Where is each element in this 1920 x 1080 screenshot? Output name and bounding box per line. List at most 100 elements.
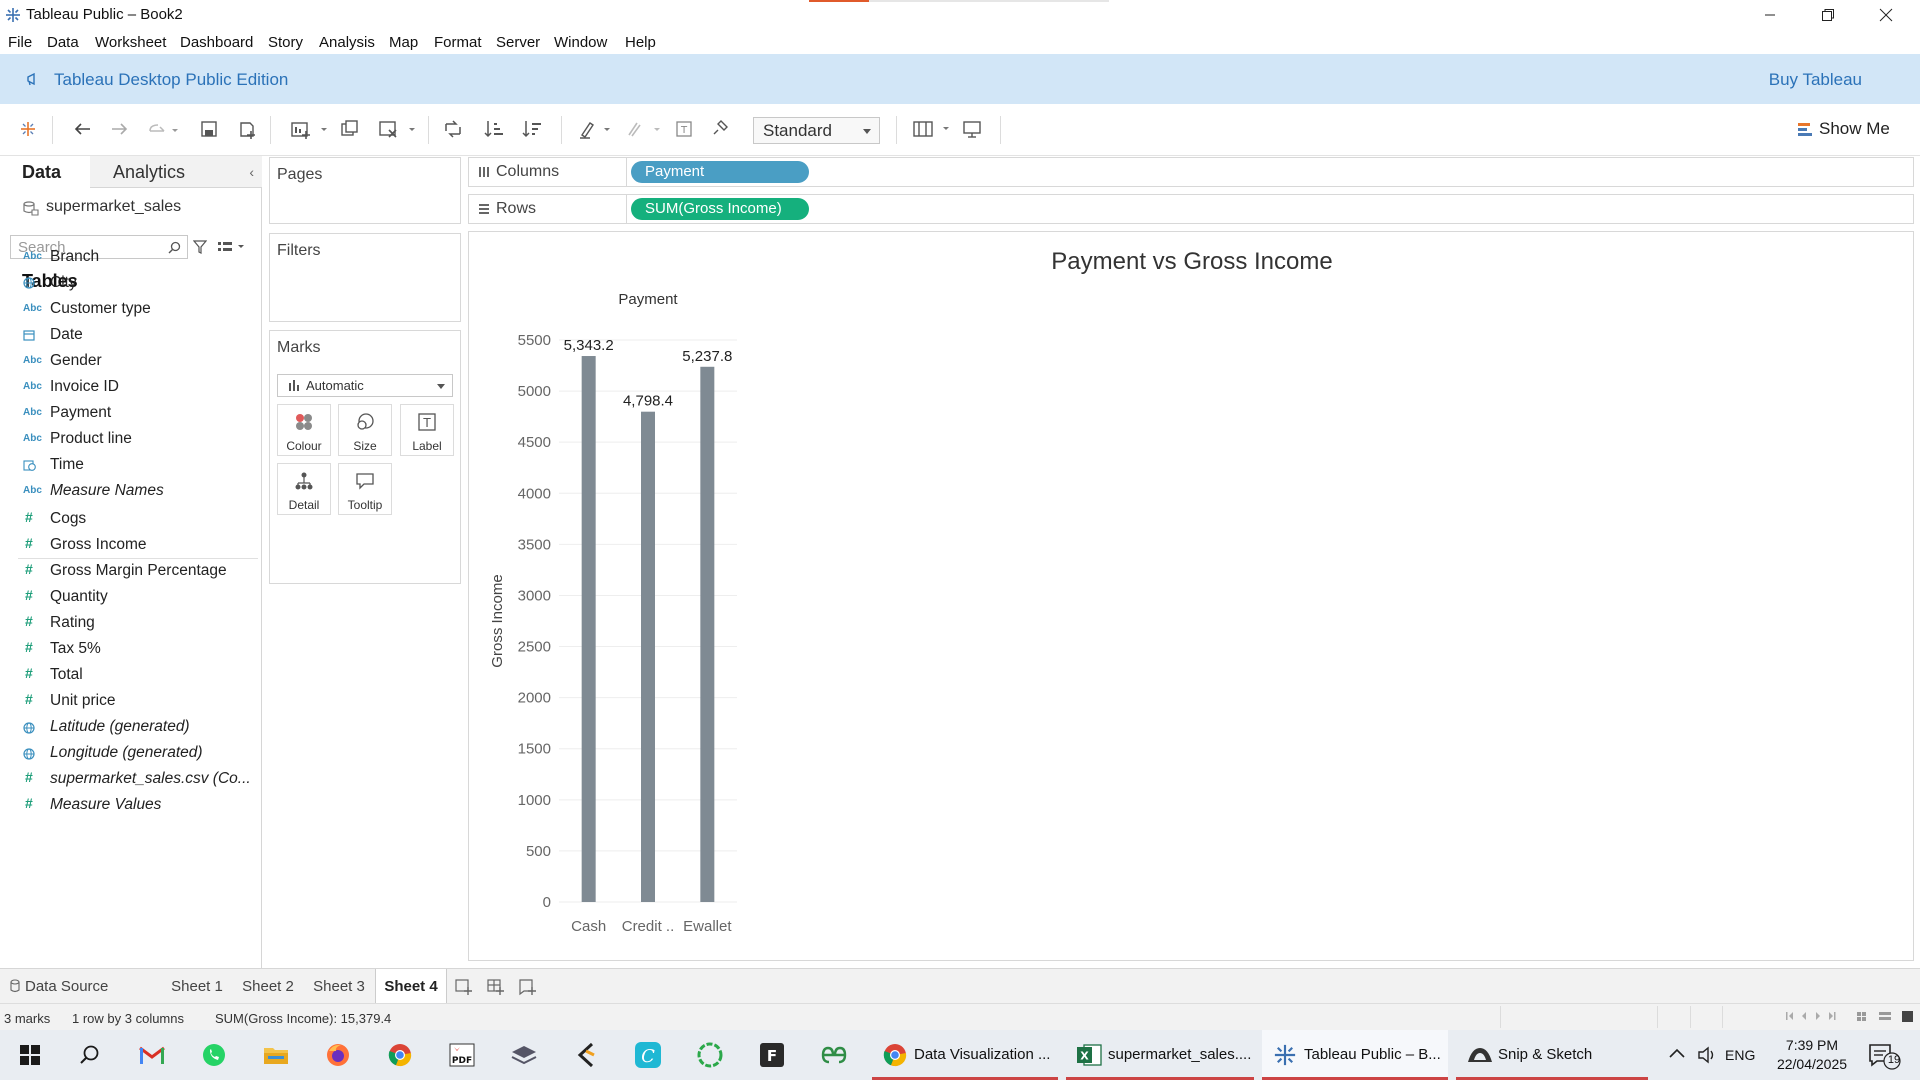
field-latitude-generated[interactable]: Latitude (generated) — [0, 715, 260, 741]
menu-data[interactable]: Data — [47, 34, 79, 51]
field-gender[interactable]: Abc Gender — [0, 349, 260, 375]
tab-data-source[interactable]: Data Source — [10, 969, 160, 1004]
colour-button[interactable]: Colour — [277, 404, 331, 456]
canva-icon[interactable]: C — [630, 1039, 666, 1071]
tab-sheet-1[interactable]: Sheet 1 — [164, 969, 230, 1004]
new-dashboard-tab-icon[interactable] — [487, 978, 505, 996]
language-indicator[interactable]: ENG — [1725, 1047, 1755, 1063]
collapse-pane-icon[interactable]: ‹ — [249, 164, 254, 180]
file-explorer-icon[interactable] — [258, 1039, 294, 1071]
pages-card[interactable]: Pages — [269, 157, 461, 224]
tooltip-button[interactable]: Tooltip — [338, 463, 392, 515]
menu-window[interactable]: Window — [554, 34, 607, 51]
sort-ascending-icon[interactable] — [484, 119, 504, 139]
taskbar-app-excel[interactable]: X supermarket_sales.... — [1066, 1030, 1254, 1080]
field-cogs[interactable]: # Cogs — [0, 507, 260, 533]
new-story-tab-icon[interactable] — [519, 978, 537, 996]
group-members-icon[interactable] — [624, 119, 660, 139]
tab-analytics[interactable]: Analytics ‹ — [90, 156, 262, 188]
tab-data[interactable]: Data — [0, 156, 90, 188]
undo-icon[interactable] — [73, 121, 91, 137]
show-cards-icon[interactable] — [912, 120, 952, 138]
tab-sheet-4[interactable]: Sheet 4 — [375, 969, 447, 1004]
highlight-icon[interactable] — [578, 119, 614, 139]
field-unit-price[interactable]: # Unit price — [0, 689, 260, 715]
menu-story[interactable]: Story — [268, 34, 303, 51]
taskbar-app-tableau[interactable]: Tableau Public – B... — [1262, 1030, 1448, 1080]
menu-worksheet[interactable]: Worksheet — [95, 34, 166, 51]
duplicate-sheet-icon[interactable] — [340, 119, 360, 139]
label-button[interactable]: T Label — [400, 404, 454, 456]
presentation-mode-icon[interactable] — [962, 119, 982, 139]
minimize-button[interactable] — [1742, 0, 1798, 29]
f-app-icon[interactable]: F — [754, 1039, 790, 1071]
tableau-logo-icon[interactable] — [19, 120, 37, 138]
field-product-line[interactable]: Abc Product line — [0, 427, 260, 453]
mark-type-select[interactable]: Automatic — [277, 374, 453, 397]
menu-analysis[interactable]: Analysis — [319, 34, 375, 51]
field-date[interactable]: Date — [0, 323, 260, 349]
columns-shelf[interactable]: Columns Payment — [468, 157, 1914, 187]
field-measure-names[interactable]: Abc Measure Names — [0, 479, 260, 505]
gmail-icon[interactable] — [134, 1039, 170, 1071]
redo-icon[interactable] — [111, 121, 129, 137]
chevron-up-icon[interactable] — [1669, 1048, 1685, 1058]
payment-pill[interactable]: Payment — [631, 161, 809, 183]
sum-gross-income-pill[interactable]: SUM(Gross Income) — [631, 198, 809, 220]
sheet-nav-icon[interactable] — [1786, 1010, 1842, 1022]
replay-icon[interactable] — [148, 121, 178, 137]
worksheet-view[interactable]: Payment vs Gross Income 0 500 1000 1500 2000… — [468, 231, 1914, 961]
field-quantity[interactable]: # Quantity — [0, 585, 260, 611]
size-button[interactable]: Size — [338, 404, 392, 456]
close-window-button[interactable] — [1858, 0, 1914, 29]
tab-sheet-3[interactable]: Sheet 3 — [306, 969, 372, 1004]
new-worksheet-tab-icon[interactable] — [455, 978, 473, 996]
filters-card[interactable]: Filters — [269, 233, 461, 322]
menu-dashboard[interactable]: Dashboard — [180, 34, 253, 51]
field-supermarket-sales-csv-co[interactable]: # supermarket_sales.csv (Co... — [0, 767, 260, 793]
field-payment[interactable]: Abc Payment — [0, 401, 260, 427]
clock[interactable]: 7:39 PM 22/04/2025 — [1762, 1036, 1862, 1074]
clear-sheet-icon[interactable] — [378, 119, 418, 139]
menu-map[interactable]: Map — [389, 34, 418, 51]
taskbar-search-icon[interactable] — [72, 1039, 108, 1071]
field-longitude-generated[interactable]: Longitude (generated) — [0, 741, 260, 767]
fit-select[interactable]: Standard — [753, 117, 880, 144]
menu-server[interactable]: Server — [496, 34, 540, 51]
rows-shelf[interactable]: Rows SUM(Gross Income) — [468, 194, 1914, 224]
tab-sheet-2[interactable]: Sheet 2 — [235, 969, 301, 1004]
menu-format[interactable]: Format — [434, 34, 482, 51]
field-measure-values[interactable]: # Measure Values — [0, 793, 260, 819]
volume-icon[interactable] — [1697, 1046, 1717, 1064]
layers-app-icon[interactable] — [506, 1039, 542, 1071]
field-invoice-id[interactable]: Abc Invoice ID — [0, 375, 260, 401]
new-data-source-icon[interactable] — [238, 120, 258, 140]
show-labels-icon[interactable]: T — [675, 120, 693, 138]
ilovepdf-icon[interactable]: PDF — [444, 1039, 480, 1071]
fix-axes-icon[interactable] — [712, 119, 730, 139]
code-editor-icon[interactable] — [568, 1039, 604, 1071]
menu-help[interactable]: Help — [625, 34, 656, 51]
field-gross-margin-percentage[interactable]: # Gross Margin Percentage — [0, 559, 260, 585]
field-time[interactable]: Time — [0, 453, 260, 479]
taskbar-app-chrome-dataviz[interactable]: Data Visualization ... — [872, 1030, 1058, 1080]
menu-file[interactable]: File — [8, 34, 32, 51]
save-icon[interactable] — [200, 120, 218, 138]
taskbar-app-snip-sketch[interactable]: Snip & Sketch — [1456, 1030, 1648, 1080]
ring-app-icon[interactable] — [692, 1039, 728, 1071]
chrome-icon[interactable] — [382, 1039, 418, 1071]
new-worksheet-icon[interactable] — [290, 119, 330, 139]
buy-tableau-link[interactable]: Buy Tableau — [1769, 70, 1862, 90]
sort-descending-icon[interactable] — [522, 119, 542, 139]
whatsapp-icon[interactable] — [196, 1039, 232, 1071]
swap-rows-columns-icon[interactable] — [443, 119, 463, 139]
grid-view-icon[interactable] — [1857, 1010, 1917, 1024]
field-customer-type[interactable]: Abc Customer type — [0, 297, 260, 323]
field-total[interactable]: # Total — [0, 663, 260, 689]
detail-button[interactable]: Detail — [277, 463, 331, 515]
geeksforgeeks-icon[interactable] — [816, 1039, 852, 1071]
firefox-icon[interactable] — [320, 1039, 356, 1071]
field-gross-income[interactable]: # Gross Income — [0, 533, 260, 559]
start-button[interactable] — [12, 1039, 48, 1071]
field-branch[interactable]: Abc Branch — [0, 245, 260, 271]
